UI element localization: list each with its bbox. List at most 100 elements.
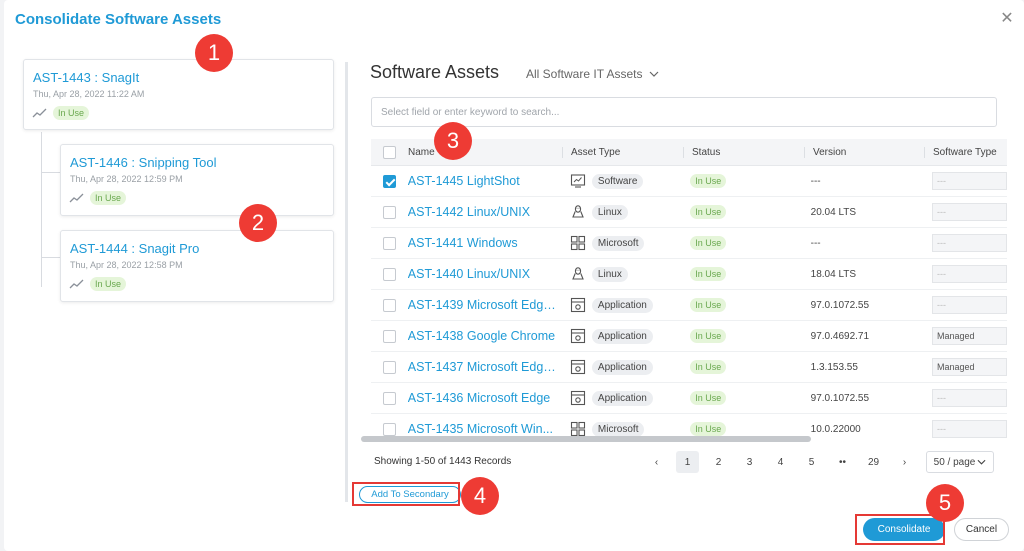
secondary-asset-card: AST-1446 : Snipping Tool Thu, Apr 28, 20… <box>60 144 334 216</box>
step-marker: 2 <box>239 204 277 242</box>
asset-name-link[interactable]: AST-1437 Microsoft Edge... <box>408 360 558 374</box>
panel-divider[interactable] <box>345 62 348 502</box>
linux-icon <box>570 266 586 282</box>
status-badge: In Use <box>690 266 727 281</box>
software-type-select[interactable]: Managed <box>932 358 1007 376</box>
version-cell: 97.0.4692.71 <box>810 330 870 342</box>
card-title: AST-1443 : SnagIt <box>33 70 140 85</box>
asset-type-chip: Microsoft <box>591 235 645 251</box>
dialog-title: Consolidate Software Assets <box>15 11 222 28</box>
per-page-label: 50 / page <box>933 456 976 468</box>
software-type-select[interactable]: --- <box>932 234 1007 252</box>
version-cell: 20.04 LTS <box>810 206 857 218</box>
highlight-box <box>352 482 460 506</box>
status-badge: In Use <box>690 297 727 312</box>
version-cell: 97.0.1072.55 <box>810 392 870 404</box>
step-marker: 1 <box>195 34 233 72</box>
assets-table: Name Asset Type Status Version Software … <box>371 139 1007 441</box>
row-checkbox[interactable] <box>382 391 396 405</box>
trend-icon <box>32 108 47 118</box>
version-cell: --- <box>810 175 821 187</box>
asset-filter-dropdown[interactable]: All Software IT Assets <box>526 67 659 81</box>
version-cell: 97.0.1072.55 <box>810 299 870 311</box>
column-name[interactable]: Name <box>408 146 563 158</box>
software-type-select[interactable]: --- <box>932 265 1007 283</box>
asset-name-link[interactable]: AST-1445 LightShot <box>408 174 558 188</box>
asset-name-link[interactable]: AST-1439 Microsoft Edge... <box>408 298 558 312</box>
table-row[interactable]: AST-1445 LightShot Software In Use --- --- <box>371 166 1007 197</box>
table-row[interactable]: AST-1440 Linux/UNIX Linux In Use 18.04 LTS -… <box>371 259 1007 290</box>
tree-connector <box>41 257 60 258</box>
status-badge: In Use <box>690 328 727 343</box>
prev-page-icon[interactable]: ‹ <box>645 451 668 473</box>
row-checkbox[interactable] <box>382 267 396 281</box>
software-type-select[interactable]: --- <box>932 172 1007 190</box>
page-1[interactable]: 1 <box>676 451 699 473</box>
status-badge: In Use <box>690 173 727 188</box>
table-row[interactable]: AST-1439 Microsoft Edge... Application In … <box>371 290 1007 321</box>
asset-name-link[interactable]: AST-1436 Microsoft Edge <box>408 391 558 405</box>
software-icon <box>570 173 586 189</box>
page-ellipsis[interactable]: •• <box>831 451 854 473</box>
records-count: Showing 1-50 of 1443 Records <box>374 456 512 467</box>
column-asset-type[interactable]: Asset Type <box>563 146 684 158</box>
asset-name-link[interactable]: AST-1438 Google Chrome <box>408 329 558 343</box>
software-type-select[interactable]: Managed <box>932 327 1007 345</box>
step-marker: 4 <box>461 477 499 515</box>
status-badge: In Use <box>690 421 727 436</box>
asset-type-chip: Application <box>591 390 653 406</box>
asset-name-link[interactable]: AST-1440 Linux/UNIX <box>408 267 558 281</box>
card-date: Thu, Apr 28, 2022 12:58 PM <box>70 260 183 270</box>
application-icon <box>570 328 586 344</box>
row-checkbox[interactable] <box>382 360 396 374</box>
software-type-select[interactable]: --- <box>932 389 1007 407</box>
search-input[interactable] <box>371 97 997 127</box>
table-row[interactable]: AST-1441 Windows Microsoft In Use --- --- <box>371 228 1007 259</box>
table-row[interactable]: AST-1438 Google Chrome Application In Use 9… <box>371 321 1007 352</box>
version-cell: 18.04 LTS <box>810 268 857 280</box>
software-type-select[interactable]: --- <box>932 203 1007 221</box>
tree-connector <box>41 132 42 287</box>
table-row[interactable]: AST-1442 Linux/UNIX Linux In Use 20.04 LTS -… <box>371 197 1007 228</box>
asset-name-link[interactable]: AST-1442 Linux/UNIX <box>408 205 558 219</box>
page-29[interactable]: 29 <box>862 451 885 473</box>
cancel-button[interactable]: Cancel <box>954 518 1009 541</box>
application-icon <box>570 359 586 375</box>
page-2[interactable]: 2 <box>707 451 730 473</box>
software-assets-title: Software Assets <box>370 62 500 82</box>
table-row[interactable]: AST-1437 Microsoft Edge... Application In … <box>371 352 1007 383</box>
trend-icon <box>69 193 84 203</box>
asset-name-link[interactable]: AST-1441 Windows <box>408 236 558 250</box>
select-all-checkbox[interactable] <box>383 145 396 159</box>
chevron-down-icon <box>977 459 986 465</box>
software-type-select[interactable]: --- <box>932 296 1007 314</box>
application-icon <box>570 390 586 406</box>
next-page-icon[interactable]: › <box>893 451 916 473</box>
per-page-select[interactable]: 50 / page <box>926 451 994 473</box>
asset-type-chip: Application <box>591 328 653 344</box>
row-checkbox[interactable] <box>382 298 396 312</box>
asset-type-chip: Linux <box>591 266 628 282</box>
page-4[interactable]: 4 <box>769 451 792 473</box>
row-checkbox[interactable] <box>382 329 396 343</box>
column-version[interactable]: Version <box>805 146 925 158</box>
status-badge: In Use <box>53 106 90 120</box>
row-checkbox[interactable] <box>382 174 396 188</box>
software-type-select[interactable]: --- <box>932 420 1007 438</box>
horizontal-scrollbar[interactable] <box>361 436 811 442</box>
page-5[interactable]: 5 <box>800 451 823 473</box>
windows-icon <box>570 421 586 437</box>
row-checkbox[interactable] <box>382 422 396 436</box>
row-checkbox[interactable] <box>382 236 396 250</box>
asset-name-link[interactable]: AST-1435 Microsoft Win... <box>408 422 558 436</box>
column-status[interactable]: Status <box>684 146 805 158</box>
status-badge: In Use <box>690 204 727 219</box>
application-icon <box>570 297 586 313</box>
step-marker: 5 <box>926 484 964 522</box>
table-row[interactable]: AST-1436 Microsoft Edge Application In Use… <box>371 383 1007 414</box>
page-3[interactable]: 3 <box>738 451 761 473</box>
row-checkbox[interactable] <box>382 205 396 219</box>
close-icon[interactable]: ✕ <box>1000 11 1014 27</box>
status-badge: In Use <box>690 235 727 250</box>
column-software-type[interactable]: Software Type <box>925 147 1007 158</box>
